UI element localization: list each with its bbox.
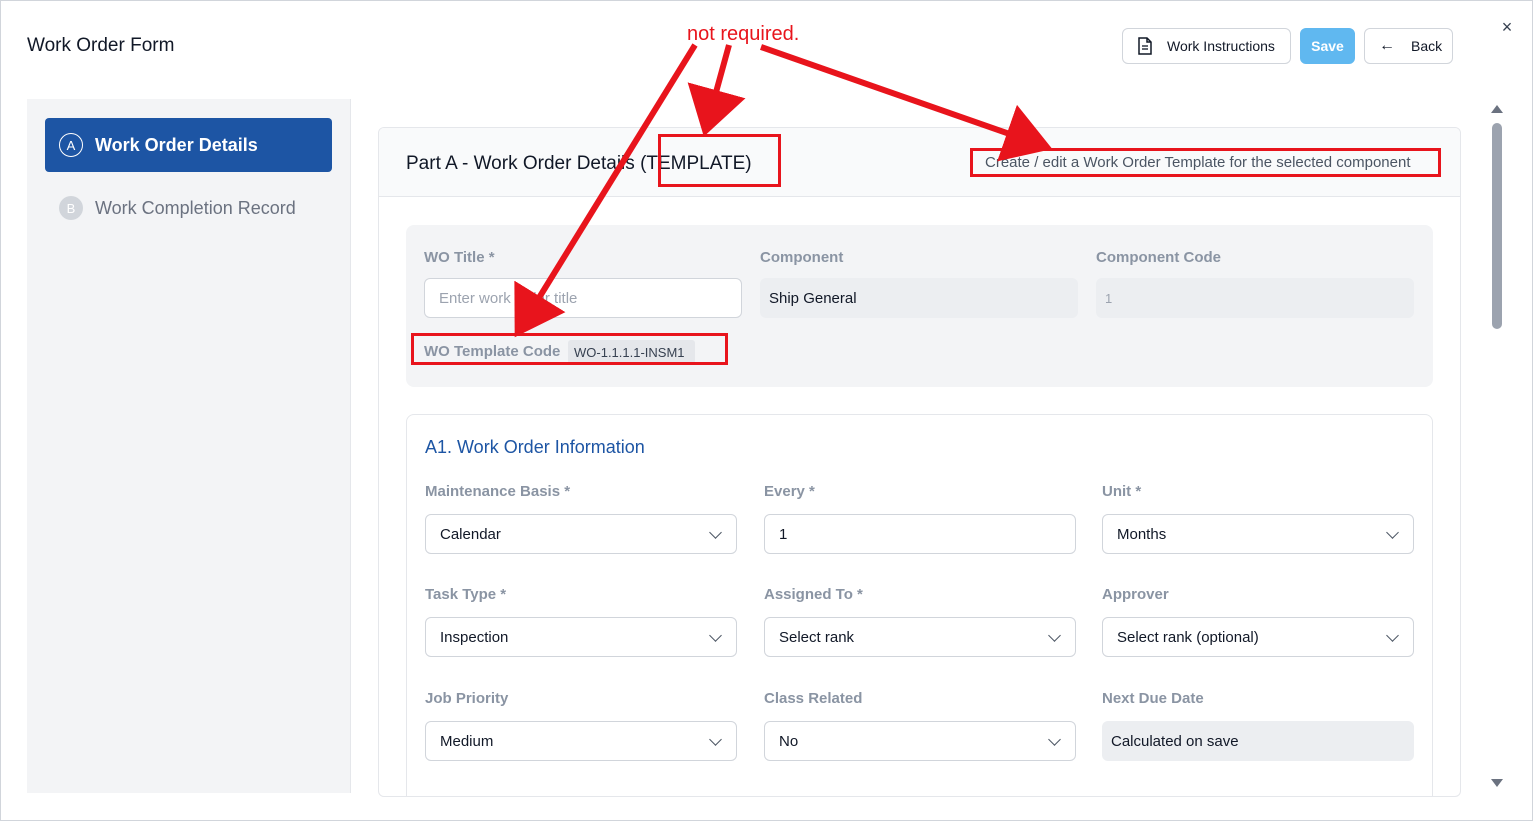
next-due-date-field: Calculated on save <box>1102 721 1414 761</box>
annotation-box-template-code <box>411 333 728 365</box>
chevron-down-icon <box>1048 733 1061 746</box>
step-work-completion-record[interactable]: B Work Completion Record <box>45 181 332 235</box>
back-button[interactable]: ← Back <box>1364 28 1453 64</box>
back-label: Back <box>1411 38 1443 54</box>
job-priority-value: Medium <box>440 732 494 750</box>
step-badge: B <box>59 196 83 220</box>
wo-title-input[interactable]: Enter work order title <box>424 278 742 318</box>
step-work-order-details[interactable]: A Work Order Details <box>45 118 332 172</box>
task-type-label: Task Type * <box>425 586 507 603</box>
task-type-select[interactable]: Inspection <box>425 617 737 657</box>
class-related-select[interactable]: No <box>764 721 1076 761</box>
maintenance-basis-label: Maintenance Basis * <box>425 483 571 500</box>
next-due-date-label: Next Due Date <box>1102 690 1204 707</box>
approver-value: Select rank (optional) <box>1117 628 1259 646</box>
arrow-left-icon: ← <box>1379 37 1395 54</box>
component-code-label: Component Code <box>1096 249 1221 266</box>
job-priority-label: Job Priority <box>425 690 509 707</box>
chevron-down-icon <box>709 629 722 642</box>
unit-select[interactable]: Months <box>1102 514 1414 554</box>
step-label: Work Order Details <box>95 134 258 155</box>
sidebar: A Work Order Details B Work Completion R… <box>27 99 351 793</box>
step-label: Work Completion Record <box>95 197 296 218</box>
assigned-to-select[interactable]: Select rank <box>764 617 1076 657</box>
component-field: Ship General <box>760 278 1078 318</box>
task-type-value: Inspection <box>440 628 509 646</box>
maintenance-basis-value: Calendar <box>440 525 501 543</box>
chevron-down-icon <box>1386 526 1399 539</box>
annotation-box-subtitle <box>970 148 1441 177</box>
document-icon <box>1138 37 1152 55</box>
a1-section: A1. Work Order Information Maintenance B… <box>406 414 1433 796</box>
every-input[interactable]: 1 <box>764 514 1076 554</box>
assigned-to-label: Assigned To * <box>764 586 863 603</box>
step-badge: A <box>59 133 83 157</box>
scroll-thumb[interactable] <box>1492 123 1502 329</box>
chevron-down-icon <box>709 526 722 539</box>
work-instructions-button[interactable]: Work Instructions <box>1122 28 1291 64</box>
annotation-text: not required. <box>687 23 800 45</box>
work-order-modal: Work Order Form × Work Instructions Save… <box>0 0 1533 821</box>
part-a-card: Part A - Work Order Details (TEMPLATE) C… <box>378 127 1461 797</box>
close-icon[interactable]: × <box>1497 17 1517 37</box>
scroll-down-icon[interactable] <box>1491 779 1503 787</box>
unit-value: Months <box>1117 525 1167 543</box>
modal-title: Work Order Form <box>27 35 175 56</box>
chevron-down-icon <box>1386 629 1399 642</box>
maintenance-basis-select[interactable]: Calendar <box>425 514 737 554</box>
work-instructions-label: Work Instructions <box>1167 38 1275 54</box>
a1-title: A1. Work Order Information <box>425 437 645 457</box>
approver-label: Approver <box>1102 586 1169 603</box>
class-related-label: Class Related <box>764 690 863 707</box>
every-label: Every * <box>764 483 815 500</box>
assigned-to-value: Select rank <box>779 628 855 646</box>
unit-label: Unit * <box>1102 483 1142 500</box>
scroll-up-icon[interactable] <box>1491 105 1503 113</box>
annotation-box-template <box>658 134 781 187</box>
approver-select[interactable]: Select rank (optional) <box>1102 617 1414 657</box>
scrollbar[interactable] <box>1487 101 1507 793</box>
part-a-title-text: Part A - Work Order Details <box>406 153 635 174</box>
chevron-down-icon <box>709 733 722 746</box>
wo-title-label: WO Title * <box>424 249 495 266</box>
class-related-value: No <box>779 732 799 750</box>
chevron-down-icon <box>1048 629 1061 642</box>
component-code-field: 1 <box>1096 278 1414 318</box>
save-button[interactable]: Save <box>1300 28 1355 64</box>
job-priority-select[interactable]: Medium <box>425 721 737 761</box>
component-label: Component <box>760 249 844 266</box>
